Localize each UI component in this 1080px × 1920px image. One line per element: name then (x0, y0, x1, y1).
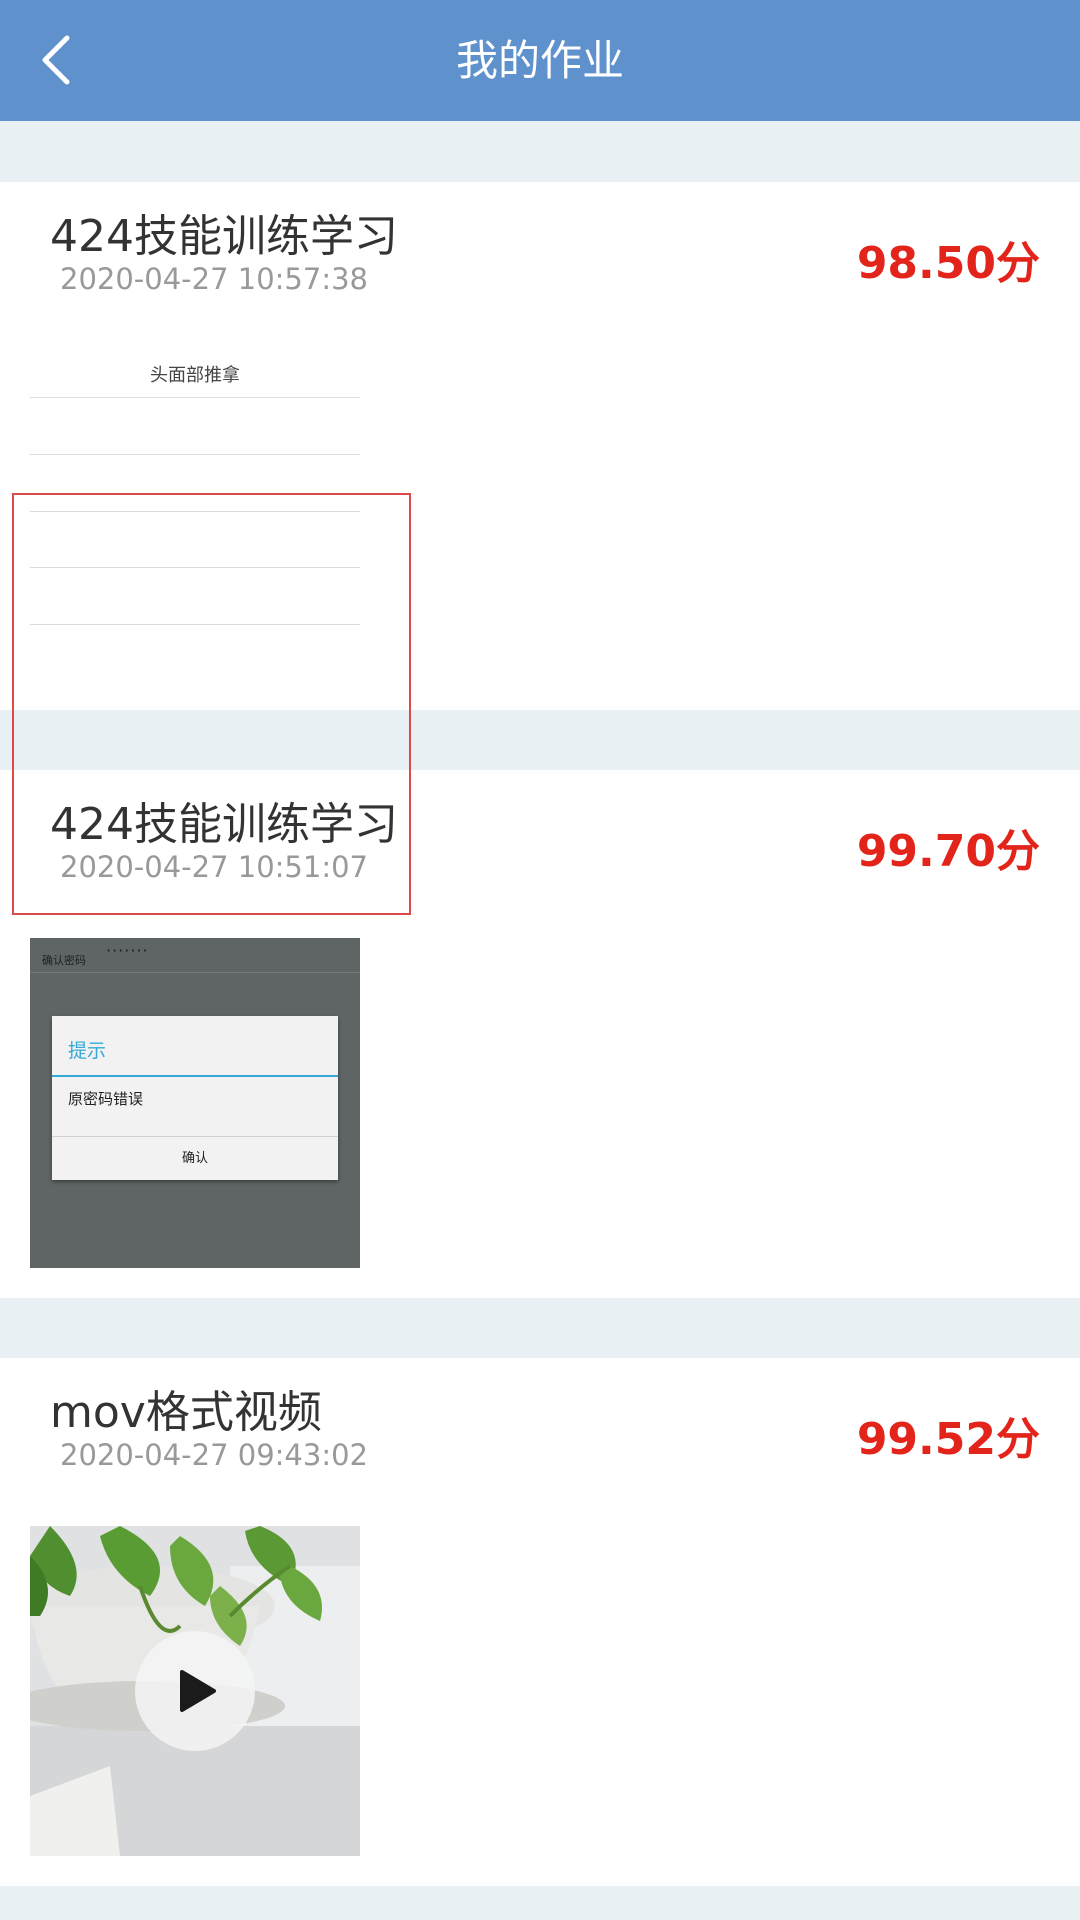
homework-title: mov格式视频 (50, 1387, 322, 1438)
dialog-message: 原密码错误 (68, 1090, 144, 1108)
homework-time: 2020-04-27 10:51:07 (60, 850, 368, 884)
homework-card[interactable]: 424技能训练学习 2020-04-27 10:57:38 98.50分 头面部… (0, 182, 1080, 710)
homework-thumbnail[interactable]: 头面部推拿 (30, 337, 360, 667)
page-title: 我的作业 (455, 36, 624, 85)
form-row-divider (30, 567, 360, 568)
video-thumbnail[interactable] (30, 1526, 360, 1856)
homework-card[interactable]: mov格式视频 2020-04-27 09:43:02 99.52分 (0, 1358, 1080, 1886)
alert-dialog: 提示 原密码错误 确认 (52, 1016, 338, 1180)
homework-score: 99.52分 (856, 1414, 1040, 1465)
homework-score: 98.50分 (856, 238, 1040, 289)
play-button[interactable] (135, 1631, 255, 1751)
form-row-divider (30, 454, 360, 455)
homework-thumbnail[interactable]: 确认密码 ······· 提示 原密码错误 确认 (30, 938, 360, 1268)
homework-card[interactable]: 424技能训练学习 2020-04-27 10:51:07 99.70分 确认密… (0, 770, 1080, 1298)
homework-time: 2020-04-27 09:43:02 (60, 1438, 368, 1472)
homework-time: 2020-04-27 10:57:38 (60, 262, 368, 296)
dialog-title: 提示 (68, 1040, 107, 1062)
homework-title: 424技能训练学习 (50, 211, 398, 262)
password-row: 确认密码 ······· (30, 938, 360, 973)
dialog-confirm-button: 确认 (181, 1151, 208, 1166)
dialog-divider (52, 1075, 338, 1077)
homework-title: 424技能训练学习 (50, 799, 398, 850)
password-value: ······· (106, 941, 149, 960)
form-row-divider (30, 511, 360, 512)
password-label: 确认密码 (42, 954, 86, 967)
app-header: 我的作业 (0, 0, 1080, 121)
form-row-divider (30, 397, 360, 398)
form-row-divider (30, 624, 360, 625)
homework-score: 99.70分 (856, 826, 1040, 877)
play-icon (180, 1670, 216, 1712)
form-heading: 头面部推拿 (150, 365, 240, 386)
